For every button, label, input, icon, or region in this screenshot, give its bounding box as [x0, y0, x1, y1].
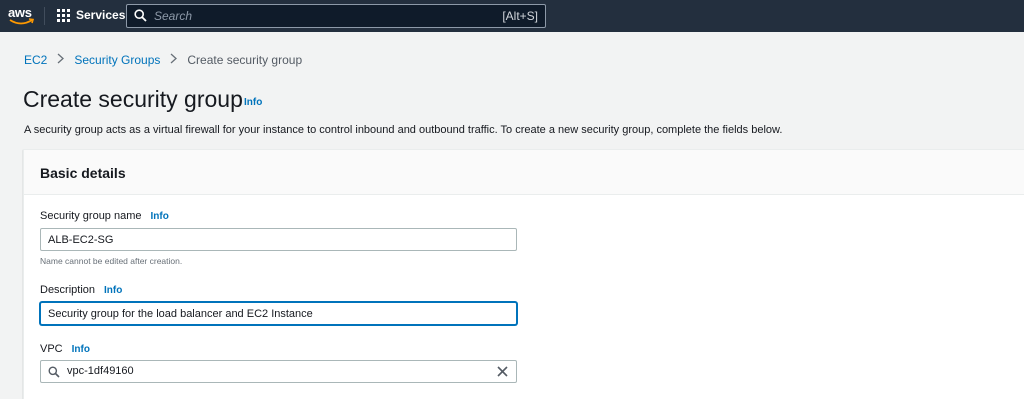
security-group-name-input[interactable]: ALB-EC2-SG	[40, 228, 517, 251]
vpc-info-link[interactable]: Info	[72, 344, 90, 355]
search-icon	[48, 366, 60, 378]
chevron-right-icon	[57, 53, 65, 67]
description-input[interactable]: Security group for the load balancer and…	[40, 302, 517, 325]
search-icon	[134, 9, 147, 22]
chevron-right-icon	[170, 53, 178, 67]
nav-divider	[44, 7, 45, 25]
page-description: A security group acts as a virtual firew…	[24, 124, 783, 136]
breadcrumb-ec2[interactable]: EC2	[24, 53, 47, 67]
vpc-label: VPC Info	[40, 343, 90, 355]
security-group-name-label: Security group name Info	[40, 210, 169, 222]
page-title: Create security group	[23, 86, 243, 112]
search-shortcut-hint: [Alt+S]	[502, 9, 538, 23]
security-group-name-value: ALB-EC2-SG	[48, 233, 114, 246]
description-label: Description Info	[40, 284, 122, 296]
grid-icon	[57, 8, 70, 22]
vpc-label-text: VPC	[40, 343, 63, 355]
title-info-link[interactable]: Info	[244, 97, 262, 108]
basic-details-panel: Basic details Security group name Info A…	[23, 149, 1024, 399]
description-label-text: Description	[40, 284, 96, 296]
close-icon[interactable]	[496, 365, 509, 378]
security-group-name-label-text: Security group name	[40, 210, 142, 222]
panel-header: Basic details	[24, 150, 1024, 195]
search-placeholder: Search	[154, 9, 193, 23]
global-search-input[interactable]: Search [Alt+S]	[126, 4, 546, 28]
description-value: Security group for the load balancer and…	[48, 307, 313, 320]
security-group-name-info-link[interactable]: Info	[151, 211, 169, 222]
panel-title: Basic details	[40, 165, 126, 181]
aws-smile-icon	[9, 18, 35, 25]
breadcrumb-current: Create security group	[187, 53, 303, 67]
top-navigation-bar: aws Services Search [Alt+S]	[0, 0, 1024, 32]
breadcrumb-security-groups[interactable]: Security Groups	[74, 53, 160, 67]
breadcrumb: EC2 Security Groups Create security grou…	[24, 53, 302, 67]
aws-logo[interactable]: aws	[8, 3, 36, 29]
vpc-value: vpc-1df49160	[67, 365, 134, 377]
vpc-select-input[interactable]: vpc-1df49160	[40, 360, 517, 383]
description-info-link[interactable]: Info	[104, 285, 122, 296]
services-label: Services	[76, 8, 126, 22]
services-menu-button[interactable]: Services	[57, 8, 125, 22]
security-group-name-hint: Name cannot be edited after creation.	[40, 256, 183, 266]
